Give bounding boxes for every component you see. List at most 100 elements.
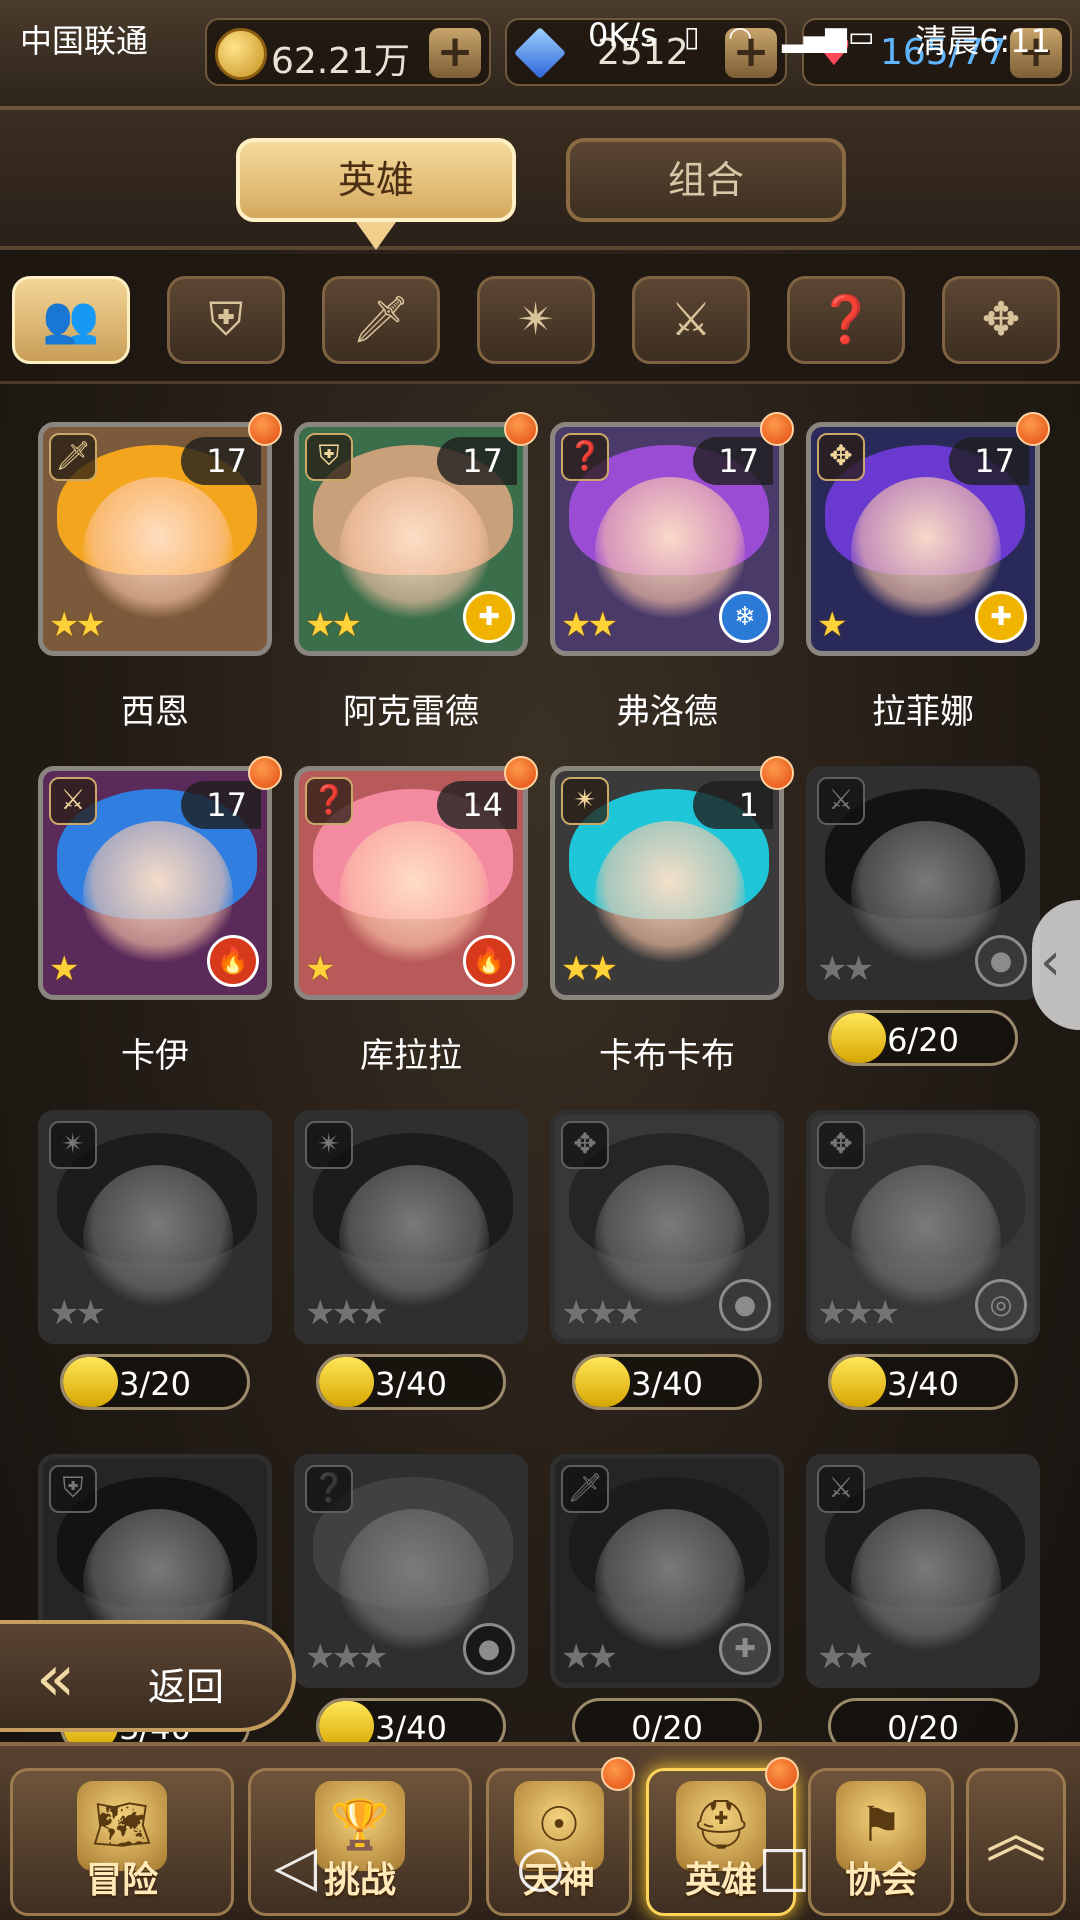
hero-portrait-card[interactable]: ✴ ★★ (38, 1110, 272, 1344)
hero-portrait-card[interactable]: ✥ 17 ★ ✚ (806, 422, 1040, 656)
star-rating: ★ (49, 949, 80, 989)
bow-class-icon: ⚔ (49, 777, 97, 825)
hero-level-badge: 14 (437, 781, 517, 829)
shuriken-class-icon: ✴ (561, 777, 609, 825)
battery-icon: ▭ (848, 20, 875, 53)
hero-portrait-card[interactable]: ❓ 17 ★★ ❄ (550, 422, 784, 656)
notification-dot (248, 756, 282, 790)
star-rating: ★★ (817, 1637, 874, 1677)
hero-name: 弗洛德 (616, 692, 718, 732)
hero-name: 卡布卡布 (599, 1036, 735, 1076)
hero-portrait-card[interactable]: ✴ ★★★ (294, 1110, 528, 1344)
support-class-icon: ❓ (305, 777, 353, 825)
filter-bow-class[interactable]: ⚔ (632, 276, 750, 364)
star-rating: ★★ (49, 605, 106, 645)
support-class-icon: ❓ (561, 433, 609, 481)
notification-dot (1016, 412, 1050, 446)
star-rating: ★ (305, 949, 336, 989)
shuriken-class-icon: ✴ (305, 1121, 353, 1169)
cellular-signal-icon: ▂▄▆ (782, 20, 847, 53)
recents-square-icon[interactable]: □ (758, 1834, 811, 1899)
star-rating: ★★★ (817, 1293, 900, 1333)
filter-all-heroes[interactable]: 👥 (12, 276, 130, 364)
hero-portrait-card[interactable]: ⛨ 17 ★★ ✚ (294, 422, 528, 656)
hero-portrait-card[interactable]: ❓ 14 ★ 🔥 (294, 766, 528, 1000)
star-rating: ★★ (817, 949, 874, 989)
hero-level-badge: 17 (693, 437, 773, 485)
sword-class-icon: 🗡 (49, 433, 97, 481)
hero-portrait-card[interactable]: ✥ ★★★ ◎ (806, 1110, 1040, 1344)
hero-name: 库拉拉 (360, 1036, 462, 1076)
shard-count: 3/40 (375, 1365, 447, 1403)
notification-dot (760, 412, 794, 446)
bow-class-icon: ⚔ (817, 777, 865, 825)
star-rating: ★★ (561, 1637, 618, 1677)
hero-portrait-card[interactable]: ⚔ ★★ ● (806, 766, 1040, 1000)
shield-class-icon: ⛨ (49, 1465, 97, 1513)
holy-element-icon: ✚ (463, 591, 515, 643)
star-rating: ★★ (49, 1293, 106, 1333)
tab-combinations[interactable]: 组合 (566, 138, 846, 222)
hero-portrait-card[interactable]: 🗡 ★★ ✚ (550, 1454, 784, 1688)
shard-count: 6/20 (887, 1021, 959, 1059)
expand-menu-button[interactable]: ︽ (966, 1768, 1066, 1916)
hero-name: 拉菲娜 (872, 692, 974, 732)
holy-element-icon: ✚ (719, 1623, 771, 1675)
holy-element-icon: ✚ (975, 591, 1027, 643)
filter-shuriken-class[interactable]: ✴ (477, 276, 595, 364)
system-status-bar: 中国联通 0K/s ▯ ◠ ▂▄▆ ▭ 清晨6:11 (0, 0, 1080, 72)
nav-guild-banner[interactable]: ⚑ 协会 (808, 1768, 954, 1916)
back-button-label: 返回 (148, 1665, 225, 1709)
hero-portrait-card[interactable]: ✴ 1 ★★ (550, 766, 784, 1000)
hero-face-shape (851, 1509, 1001, 1659)
nav-label: 协会 (844, 1860, 917, 1901)
fire-element-icon: 🔥 (463, 935, 515, 987)
hero-portrait-card[interactable]: 🗡 17 ★★ (38, 422, 272, 656)
home-circle-icon[interactable]: ○ (516, 1834, 565, 1899)
dark-element-icon: ● (463, 1623, 515, 1675)
hero-portrait-card[interactable]: ✥ ★★★ ● (550, 1110, 784, 1344)
hero-portrait-card[interactable]: ⚔ 17 ★ 🔥 (38, 766, 272, 1000)
nav-map-scroll[interactable]: 🗺 冒险 (10, 1768, 234, 1916)
hero-portrait-card[interactable]: ❓ ★★★ ● (294, 1454, 528, 1688)
sword-class-icon: 🗡 (351, 292, 411, 346)
shard-count: 3/20 (119, 1365, 191, 1403)
shield-class-icon: ⛨ (208, 292, 244, 346)
notification-dot (248, 412, 282, 446)
support-class-icon: ❓ (305, 1465, 353, 1513)
tab-heroes[interactable]: 英雄 (236, 138, 516, 222)
shard-progress-bar: 3/20 (60, 1354, 250, 1410)
shard-progress-bar: 3/40 (316, 1354, 506, 1410)
cross-class-icon: ✥ (981, 292, 1021, 346)
filter-cross-class[interactable]: ✥ (942, 276, 1060, 364)
chevron-left-icon: « (36, 1642, 76, 1716)
notification-dot (504, 756, 538, 790)
hero-portrait-card[interactable]: ⚔ ★★ (806, 1454, 1040, 1688)
hero-level-badge: 17 (437, 437, 517, 485)
back-button[interactable]: « 返回 (0, 1620, 296, 1732)
vibrate-icon: ▯ (684, 20, 700, 53)
all-heroes-icon: 👥 (42, 292, 100, 346)
shard-count: 3/40 (631, 1365, 703, 1403)
star-rating: ★★ (305, 605, 362, 645)
network-speed: 0K/s (588, 16, 657, 54)
shield-class-icon: ⛨ (305, 433, 353, 481)
hero-tab-bar: 英雄 组合 (0, 110, 1080, 250)
shard-progress-bar: 3/40 (572, 1354, 762, 1410)
bow-class-icon: ⚔ (670, 292, 712, 346)
class-filter-bar: 👥 ⛨ 🗡 ✴ ⚔ ❓ ✥ (0, 254, 1080, 384)
shuriken-class-icon: ✴ (516, 292, 556, 346)
filter-sword-class[interactable]: 🗡 (322, 276, 440, 364)
bow-class-icon: ⚔ (817, 1465, 865, 1513)
filter-shield-class[interactable]: ⛨ (167, 276, 285, 364)
hero-level-badge: 17 (181, 437, 261, 485)
back-triangle-icon[interactable]: ◁ (274, 1834, 317, 1899)
filter-support-class[interactable]: ❓ (787, 276, 905, 364)
shard-progress-bar: 3/40 (828, 1354, 1018, 1410)
sword-class-icon: 🗡 (561, 1465, 609, 1513)
hero-level-badge: 17 (181, 781, 261, 829)
earth-element-icon: ● (975, 935, 1027, 987)
double-chevron-up-icon: ︽ (986, 1801, 1046, 1871)
cross-class-icon: ✥ (817, 433, 865, 481)
fire-element-icon: 🔥 (207, 935, 259, 987)
